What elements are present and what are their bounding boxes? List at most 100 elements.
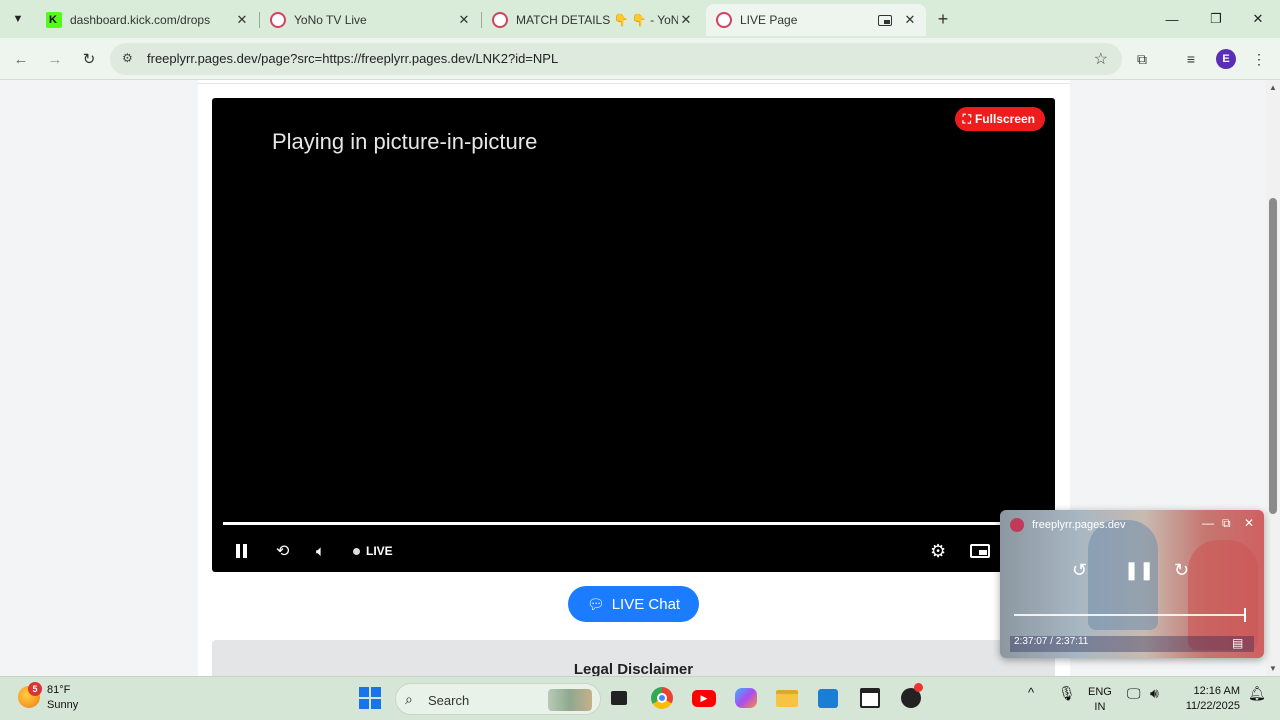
minimize-icon[interactable]: — bbox=[1202, 516, 1214, 530]
media-controls-button[interactable]: ≡ bbox=[1180, 48, 1202, 70]
yono-icon bbox=[492, 12, 508, 28]
tab-live-page[interactable]: LIVE Page ✕ bbox=[706, 4, 926, 36]
reload-button[interactable]: ↻ bbox=[76, 46, 102, 72]
taskbar-search[interactable]: ⌕ Search bbox=[395, 683, 601, 715]
pause-button[interactable] bbox=[236, 540, 247, 562]
live-chat-label: LIVE Chat bbox=[611, 595, 681, 613]
store-icon bbox=[818, 688, 838, 708]
start-button[interactable] bbox=[357, 685, 383, 711]
scroll-up-icon[interactable]: ▲ bbox=[1269, 83, 1277, 92]
live-dot-icon bbox=[353, 547, 360, 555]
url-text[interactable]: freeplyrr.pages.dev/page?src=https://fre… bbox=[147, 51, 558, 66]
youtube-app[interactable]: ▶ bbox=[691, 685, 717, 711]
bookmark-star-icon[interactable]: ☆ bbox=[1094, 49, 1108, 69]
kick-icon: K bbox=[46, 12, 62, 28]
tab-kick-drops[interactable]: K dashboard.kick.com/drops ✕ bbox=[36, 4, 258, 36]
fullscreen-button[interactable]: ⛶ Fullscreen bbox=[954, 107, 1045, 131]
rewind-button[interactable]: ⟲ bbox=[276, 540, 289, 562]
browser-toolbar: ← → ↻ ⚙ freeplyrr.pages.dev/page?src=htt… bbox=[0, 38, 1280, 80]
close-window-button[interactable]: ✕ bbox=[1236, 6, 1280, 32]
back-button[interactable]: ← bbox=[8, 46, 34, 72]
restore-icon: ❐ bbox=[1210, 11, 1222, 26]
notification-bell-icon: 🔔︎ bbox=[1248, 685, 1266, 701]
reload-icon: ↻ bbox=[82, 51, 96, 68]
restore-button[interactable]: ❐ bbox=[1194, 6, 1238, 32]
arrow-right-icon: → bbox=[47, 50, 63, 68]
tab-match-details[interactable]: MATCH DETAILS 👇 👇 - YoNo ✕ bbox=[482, 4, 702, 36]
more-vert-icon: ⋮ bbox=[1252, 50, 1266, 67]
volume-button[interactable]: 🔈︎ bbox=[316, 540, 325, 562]
file-explorer-app[interactable] bbox=[774, 685, 800, 711]
pause-icon[interactable]: ❚❚ bbox=[1124, 560, 1154, 581]
forward-button[interactable]: → bbox=[42, 46, 68, 72]
copilot-icon bbox=[735, 688, 757, 708]
tab-title: MATCH DETAILS 👇 👇 - YoNo bbox=[516, 13, 678, 27]
microphone-button[interactable]: 🎙︎ bbox=[1058, 685, 1076, 702]
live-indicator[interactable]: LIVE bbox=[353, 540, 393, 562]
settings-button[interactable]: ⚙ bbox=[930, 540, 946, 562]
page-scrollbar[interactable]: ▲ ▼ bbox=[1266, 80, 1280, 676]
close-icon[interactable]: ✕ bbox=[902, 12, 918, 28]
pip-progress-bar[interactable] bbox=[1014, 614, 1246, 616]
extensions-button[interactable]: ⧉ bbox=[1131, 48, 1153, 70]
store-app[interactable] bbox=[815, 685, 841, 711]
taskbar: 5 81°F Sunny ⌕ Search ▶ ^ 🎙︎ ENG IN 🖵︎ 🔊… bbox=[0, 676, 1280, 720]
close-icon[interactable]: ✕ bbox=[456, 12, 472, 28]
chat-bubble-icon: 💬︎ bbox=[586, 595, 605, 612]
card-divider bbox=[198, 80, 1070, 84]
weather-temperature: 81°F bbox=[47, 684, 71, 696]
pip-toggle-button[interactable] bbox=[970, 540, 990, 562]
picture-in-picture-icon bbox=[970, 544, 990, 558]
profile-avatar[interactable]: E bbox=[1216, 49, 1236, 69]
address-bar[interactable]: ⚙ freeplyrr.pages.dev/page?src=https://f… bbox=[110, 43, 1122, 75]
chevron-up-icon: ^ bbox=[1028, 685, 1035, 700]
yono-icon bbox=[1010, 518, 1024, 532]
language-indicator[interactable]: ENG IN bbox=[1088, 685, 1112, 715]
volume-tray-button[interactable]: 🔊︎ bbox=[1150, 685, 1159, 702]
video-player[interactable]: Playing in picture-in-picture ⛶ Fullscre… bbox=[212, 98, 1055, 572]
tab-yono-live[interactable]: YoNo TV Live ✕ bbox=[260, 4, 480, 36]
menu-button[interactable]: ⋮ bbox=[1248, 48, 1270, 70]
calendar-icon bbox=[860, 688, 880, 708]
notifications-button[interactable]: 🔔︎ bbox=[1248, 685, 1266, 702]
chrome-icon bbox=[651, 687, 673, 709]
tab-strip: ▼ K dashboard.kick.com/drops ✕ YoNo TV L… bbox=[0, 0, 1280, 38]
show-hidden-icons[interactable]: ^ bbox=[1028, 685, 1034, 700]
chrome-app[interactable] bbox=[649, 685, 675, 711]
scroll-thumb[interactable] bbox=[1269, 198, 1277, 514]
search-highlight-image bbox=[548, 689, 592, 711]
pip-progress-handle[interactable] bbox=[1244, 608, 1246, 622]
replay-icon[interactable]: ↺ bbox=[1072, 560, 1087, 581]
picture-in-picture-icon[interactable] bbox=[878, 14, 892, 26]
media-app[interactable] bbox=[898, 683, 924, 711]
back-to-tab-icon[interactable]: ⧉ bbox=[1222, 516, 1231, 531]
system-clock[interactable]: 12:16 AM 11/22/2025 bbox=[1180, 684, 1240, 714]
live-label: LIVE bbox=[366, 544, 393, 558]
tab-title: YoNo TV Live bbox=[294, 13, 367, 27]
pause-icon bbox=[236, 544, 247, 558]
scroll-down-icon[interactable]: ▼ bbox=[1269, 664, 1277, 673]
pip-window[interactable]: freeplyrr.pages.dev — ⧉ ✕ ↺ ❚❚ ↻ 2:37:07… bbox=[1000, 510, 1264, 658]
copilot-app[interactable] bbox=[733, 685, 759, 711]
tab-search-button[interactable]: ▼ bbox=[6, 7, 30, 31]
live-chat-button[interactable]: 💬︎ LIVE Chat bbox=[568, 586, 699, 622]
minimize-button[interactable]: — bbox=[1150, 6, 1194, 32]
new-tab-button[interactable]: + bbox=[932, 8, 954, 30]
progress-bar[interactable] bbox=[223, 522, 1043, 525]
site-settings-icon[interactable]: ⚙ bbox=[122, 51, 138, 67]
network-button[interactable]: 🖵︎ bbox=[1127, 685, 1141, 702]
volume-icon: 🔈︎ bbox=[316, 542, 326, 560]
task-view-button[interactable] bbox=[606, 685, 632, 711]
close-icon[interactable]: ✕ bbox=[1244, 516, 1254, 530]
close-icon[interactable]: ✕ bbox=[678, 12, 694, 28]
rewind-10-icon: ⟲ bbox=[276, 543, 290, 560]
forward-icon[interactable]: ↻ bbox=[1174, 560, 1189, 581]
clock-time: 12:16 AM bbox=[1193, 685, 1240, 697]
calendar-app[interactable] bbox=[857, 685, 883, 711]
puzzle-icon: ⧉ bbox=[1137, 50, 1147, 67]
windows-icon bbox=[359, 687, 381, 709]
close-icon[interactable]: ✕ bbox=[234, 12, 250, 28]
clock-date: 11/22/2025 bbox=[1185, 700, 1240, 712]
captions-icon[interactable]: ▤ bbox=[1232, 636, 1243, 650]
pip-message: Playing in picture-in-picture bbox=[272, 129, 538, 154]
